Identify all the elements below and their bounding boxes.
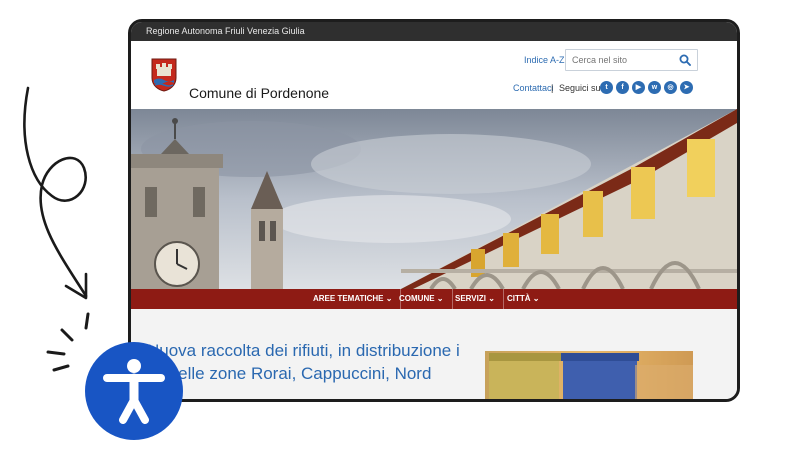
chevron-down-icon: ⌄ (436, 294, 444, 303)
hero-image (131, 109, 737, 289)
nav-item-aree-tematiche[interactable]: AREE TEMATICHE ⌄ (305, 289, 402, 309)
nav-item-servizi[interactable]: SERVIZI ⌄ (447, 289, 504, 309)
decorative-arrow (23, 86, 88, 300)
waste-bins-image (485, 351, 693, 399)
nav-label: CITTÀ (507, 294, 531, 303)
search-box[interactable] (565, 49, 698, 71)
city-crest-logo[interactable] (151, 58, 177, 92)
accessibility-icon (103, 359, 165, 424)
twitter-icon[interactable]: t (600, 81, 613, 94)
news-headline[interactable]: Nuova raccolta dei rifiuti, in distribuz… (147, 339, 472, 385)
site-header: Comune di Pordenone Indice A-Z Contattac… (131, 41, 737, 109)
nav-label: COMUNE (399, 294, 435, 303)
main-navigation: AREE TEMATICHE ⌄ COMUNE ⌄ SERVIZI ⌄ CITT… (131, 289, 737, 309)
site-title[interactable]: Comune di Pordenone (189, 85, 329, 101)
chevron-down-icon: ⌄ (532, 294, 540, 303)
region-bar: Regione Autonoma Friuli Venezia Giulia (131, 22, 737, 41)
chevron-down-icon: ⌄ (488, 294, 495, 303)
browser-frame: Regione Autonoma Friuli Venezia Giulia C… (128, 19, 740, 402)
hero-illustration (131, 109, 737, 289)
youtube-icon[interactable]: ▶ (632, 81, 645, 94)
telegram-icon[interactable]: ➤ (680, 81, 693, 94)
nav-item-comune[interactable]: COMUNE ⌄ (391, 289, 453, 309)
news-image[interactable] (485, 351, 693, 399)
whatsapp-icon[interactable]: w (648, 81, 661, 94)
region-label[interactable]: Regione Autonoma Friuli Venezia Giulia (146, 26, 305, 36)
separator: | (551, 83, 554, 93)
nav-label: AREE TEMATICHE (313, 294, 384, 303)
accessibility-button[interactable] (85, 342, 183, 440)
facebook-icon[interactable]: f (616, 81, 629, 94)
news-section: Nuova raccolta dei rifiuti, in distribuz… (131, 309, 737, 399)
az-index-link[interactable]: Indice A-Z (524, 55, 565, 65)
nav-label: SERVIZI (455, 294, 486, 303)
follow-label: Seguici su (559, 83, 601, 93)
search-input[interactable] (566, 50, 688, 70)
search-icon[interactable] (679, 54, 691, 66)
instagram-icon[interactable]: ◎ (664, 81, 677, 94)
nav-item-citta[interactable]: CITTÀ ⌄ (499, 289, 548, 309)
contact-link[interactable]: Contattaci (513, 83, 554, 93)
